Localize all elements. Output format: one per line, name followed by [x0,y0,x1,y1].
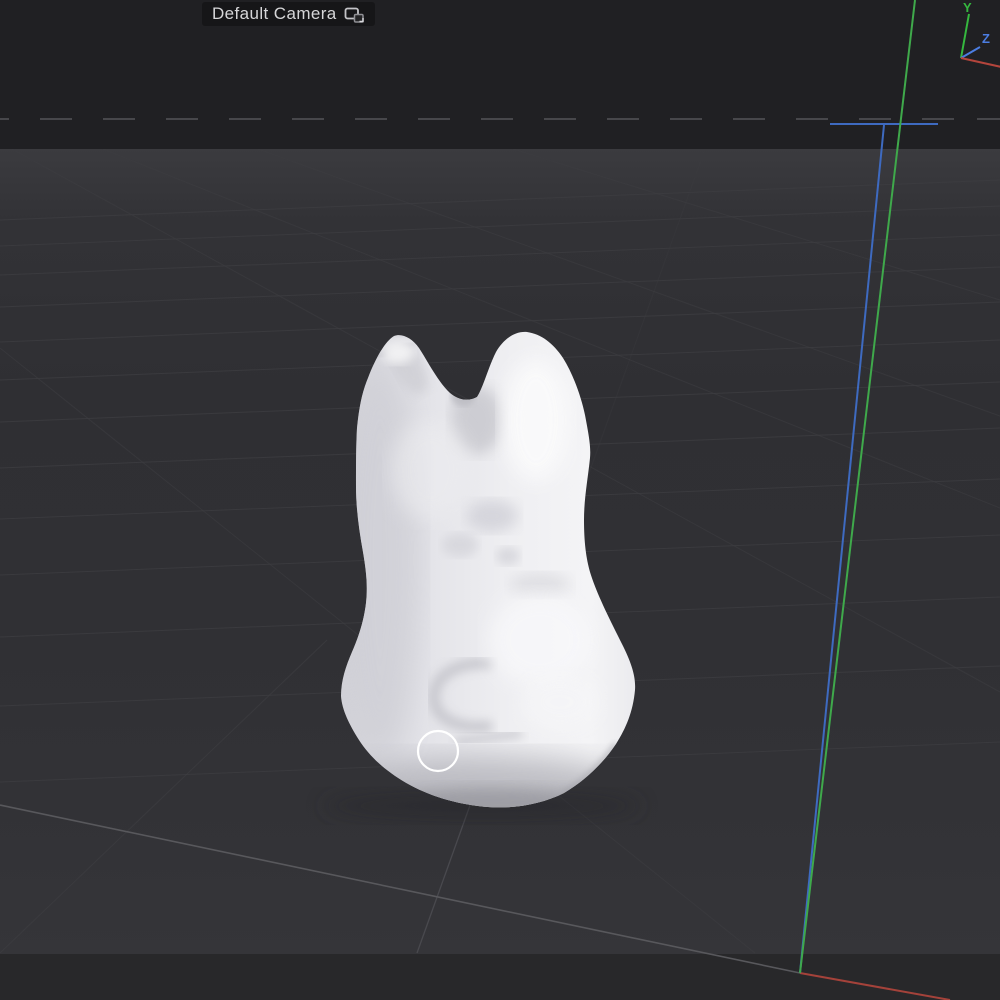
gizmo-x-axis [961,58,1000,68]
axis-gizmo[interactable]: Y Z [945,0,1000,80]
scene-canvas[interactable] [0,0,1000,1000]
3d-viewport[interactable]: Default Camera Y Z [0,0,1000,1000]
gizmo-y-axis [961,14,969,58]
camera-icon [344,3,366,25]
camera-name-text: Default Camera [212,4,337,24]
gizmo-z-axis [961,47,980,58]
gizmo-y-label: Y [963,0,972,15]
camera-hud-label[interactable]: Default Camera [202,2,375,26]
gizmo-z-label: Z [982,31,990,46]
